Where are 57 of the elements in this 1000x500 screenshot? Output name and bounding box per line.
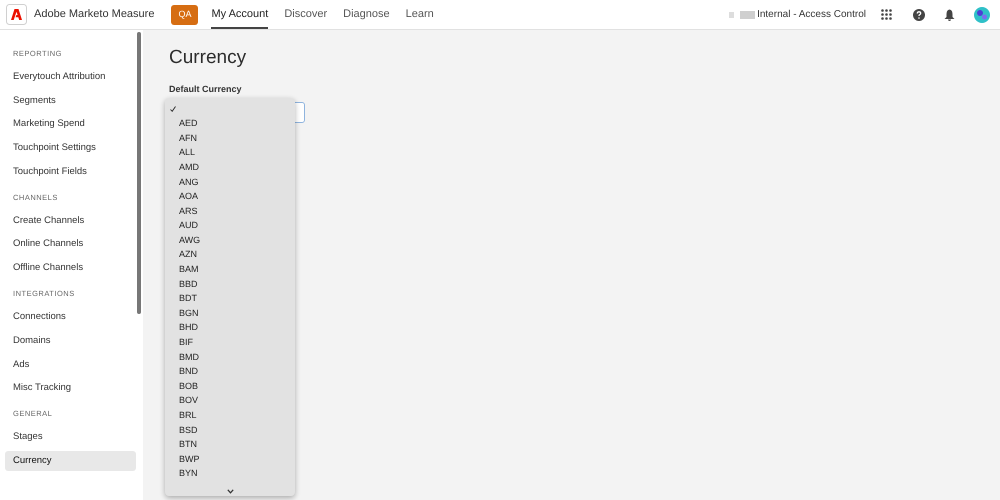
page-title: Currency — [169, 46, 248, 70]
currency-option[interactable]: AMD — [165, 160, 295, 175]
sidebar-item[interactable]: Stages — [5, 427, 136, 448]
currency-option[interactable]: BAM — [165, 262, 295, 278]
currency-option[interactable]: BDT — [165, 292, 295, 306]
currency-option[interactable]: BOB — [165, 379, 295, 394]
currency-option[interactable]: ARS — [165, 204, 295, 219]
sidebar-item[interactable]: Create Channels — [5, 210, 136, 231]
nav-tab[interactable]: Learn — [406, 0, 434, 29]
nav-tab[interactable]: Diagnose — [343, 0, 390, 29]
currency-option[interactable]: BIF — [165, 336, 295, 350]
currency-option[interactable]: AED — [165, 116, 295, 132]
scroll-down-icon[interactable] — [226, 489, 234, 494]
currency-option[interactable]: BMD — [165, 350, 295, 365]
bell-icon[interactable] — [944, 8, 955, 20]
currency-option[interactable]: BYN — [165, 466, 295, 482]
sidebar-item[interactable]: Misc Tracking — [5, 378, 136, 398]
currency-option[interactable]: BND — [165, 364, 295, 380]
currency-option[interactable]: ANG — [165, 174, 295, 190]
blurred-name-icon — [729, 10, 756, 18]
currency-option[interactable]: BBD — [165, 277, 295, 292]
sidebar-item[interactable]: Marketing Spend — [5, 114, 136, 134]
currency-option[interactable]: BTN — [165, 438, 295, 452]
checkmark-icon — [170, 106, 176, 112]
currency-option[interactable]: AZN — [165, 248, 295, 263]
nav-tab[interactable]: My Account — [211, 0, 268, 29]
adobe-logo-icon — [6, 4, 27, 25]
currency-option[interactable]: AOA — [165, 190, 295, 204]
sidebar-item[interactable]: Domains — [5, 330, 136, 351]
currency-option[interactable]: BWP — [165, 452, 295, 467]
sidebar-item[interactable]: Online Channels — [5, 234, 136, 254]
help-icon[interactable] — [913, 8, 925, 20]
app-name: Adobe Marketo Measure — [34, 7, 154, 22]
environment-badge: QA — [171, 4, 198, 24]
currency-option[interactable]: ALL — [165, 146, 295, 160]
currency-option[interactable]: BGN — [165, 306, 295, 321]
account-name[interactable]: Internal - Access Control — [757, 7, 866, 22]
nav-tab[interactable]: Discover — [284, 0, 328, 29]
sidebar-item[interactable]: Segments — [5, 90, 136, 111]
scrollbar-thumb[interactable] — [137, 32, 141, 314]
currency-option[interactable]: AFN — [165, 131, 295, 146]
sidebar-item[interactable]: Ads — [5, 354, 136, 374]
avatar-icon[interactable] — [974, 6, 990, 22]
currency-option[interactable]: AWG — [165, 233, 295, 248]
app-grid-icon[interactable] — [881, 9, 892, 20]
currency-option[interactable]: AUD — [165, 218, 295, 234]
sidebar-item[interactable]: Touchpoint Fields — [5, 162, 136, 182]
sidebar-item[interactable]: Offline Channels — [5, 258, 136, 278]
currency-option[interactable]: BHD — [165, 320, 295, 336]
sidebar-item[interactable]: Connections — [5, 307, 136, 328]
currency-option[interactable]: BOV — [165, 394, 295, 408]
currency-option[interactable]: BSD — [165, 423, 295, 438]
sidebar-item[interactable]: Everytouch Attribution — [5, 67, 136, 87]
sidebar-item[interactable]: Currency — [5, 450, 136, 471]
currency-option[interactable]: BRL — [165, 408, 295, 424]
sidebar-item[interactable]: Touchpoint Settings — [5, 138, 136, 158]
field-label: Default Currency — [169, 83, 243, 96]
